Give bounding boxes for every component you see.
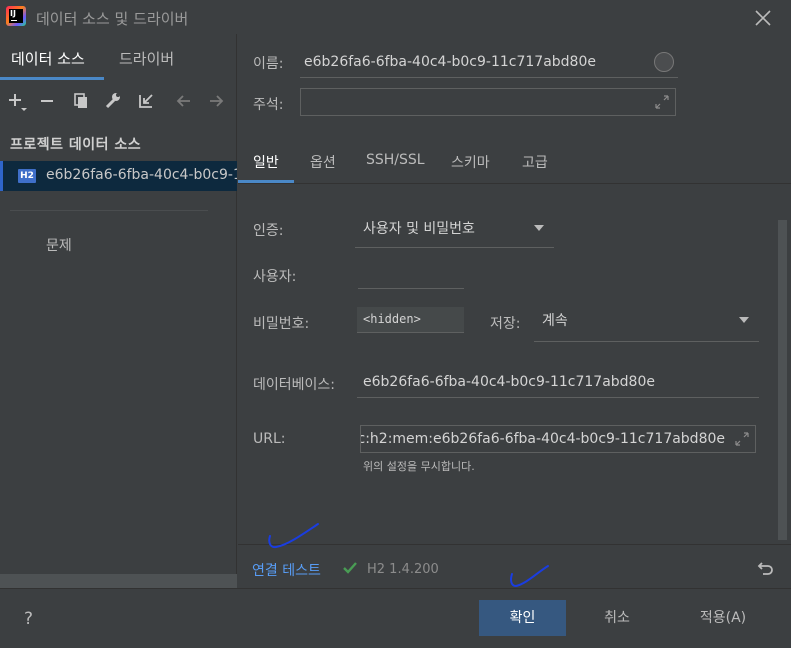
user-input[interactable] [358, 264, 464, 289]
url-label: URL: [253, 431, 286, 447]
tab-schemas[interactable]: 스키마 [451, 152, 490, 172]
left-horizontal-scrollbar[interactable] [0, 574, 237, 588]
chevron-down-icon [534, 225, 544, 231]
datasource-name: e6b26fa6-6fba-40c4-b0c9-11c717abd80e [46, 167, 237, 183]
driver-version: H2 1.4.200 [367, 562, 439, 577]
left-panel: 데이터 소스 드라이버 프로젝트 데이터 소스 H2 e6b26fa6-6fba… [0, 34, 237, 588]
auth-dropdown[interactable]: 사용자 및 비밀번호 [355, 212, 554, 248]
left-tabs: 데이터 소스 드라이버 [0, 34, 237, 80]
database-input[interactable]: e6b26fa6-6fba-40c4-b0c9-11c717abd80e [357, 368, 759, 398]
selection-marker [0, 161, 3, 191]
general-tab-content: 인증: 사용자 및 비밀번호 사용자: 비밀번호: <hidden> 저장: 계… [238, 184, 791, 544]
wrench-icon[interactable] [103, 91, 123, 111]
database-value: e6b26fa6-6fba-40c4-b0c9-11c717abd80e [363, 374, 655, 390]
ok-button[interactable]: 확인 [479, 600, 566, 636]
vertical-scrollbar[interactable] [778, 220, 787, 540]
add-icon[interactable] [7, 91, 27, 111]
comment-input[interactable] [300, 88, 676, 116]
tab-data-sources[interactable]: 데이터 소스 [11, 48, 85, 69]
name-label: 이름: [253, 56, 284, 72]
datasource-item[interactable]: H2 e6b26fa6-6fba-40c4-b0c9-11c717abd80e [0, 161, 237, 191]
expand-icon[interactable] [655, 95, 669, 109]
save-value: 계속 [542, 313, 568, 329]
chevron-down-icon [739, 317, 749, 323]
back-arrow-icon[interactable] [174, 91, 194, 111]
left-divider [10, 210, 208, 211]
tab-drivers[interactable]: 드라이버 [119, 48, 174, 69]
problems-item[interactable]: 문제 [46, 235, 72, 255]
save-dropdown[interactable]: 계속 [534, 304, 759, 342]
apply-button[interactable]: 적용(A) [682, 600, 764, 636]
help-button[interactable]: ? [24, 609, 33, 629]
forward-arrow-icon[interactable] [206, 91, 226, 111]
auth-value: 사용자 및 비밀번호 [363, 221, 475, 237]
revert-icon[interactable] [757, 559, 775, 577]
user-label: 사용자: [253, 269, 297, 285]
password-value: <hidden> [363, 312, 421, 326]
name-value: e6b26fa6-6fba-40c4-b0c9-11c717abd80e [304, 54, 596, 70]
project-datasources-label: 프로젝트 데이터 소스 [10, 137, 142, 153]
navigate-icon[interactable] [137, 91, 157, 111]
save-label: 저장: [490, 316, 521, 332]
test-connection-link[interactable]: 연결 테스트 [252, 560, 321, 580]
database-label: 데이터베이스: [253, 377, 335, 393]
comment-label: 주석: [253, 97, 284, 113]
auth-label: 인증: [253, 223, 284, 239]
name-input[interactable]: e6b26fa6-6fba-40c4-b0c9-11c717abd80e [300, 50, 678, 78]
title-bar: IJ 데이터 소스 및 드라이버 [0, 0, 791, 34]
password-label: 비밀번호: [253, 316, 310, 332]
window-title: 데이터 소스 및 드라이버 [36, 10, 189, 28]
remove-icon[interactable] [38, 91, 58, 111]
h2-database-icon: H2 [18, 169, 36, 183]
tab-ssh-ssl[interactable]: SSH/SSL [366, 152, 425, 168]
url-input[interactable]: jdbc:h2:mem:e6b26fa6-6fba-40c4-b0c9-11c7… [360, 425, 756, 453]
url-value: jdbc:h2:mem:e6b26fa6-6fba-40c4-b0c9-11c7… [360, 431, 725, 447]
tab-advanced[interactable]: 고급 [522, 152, 548, 172]
copy-icon[interactable] [72, 91, 92, 111]
color-picker-circle[interactable] [654, 52, 674, 72]
dialog-footer: ? 확인 취소 적용(A) [0, 588, 791, 648]
left-toolbar [0, 84, 237, 118]
check-icon [342, 561, 358, 575]
status-strip: 연결 테스트 H2 1.4.200 [238, 544, 791, 588]
close-icon[interactable] [751, 6, 775, 30]
active-tab-indicator [0, 77, 104, 80]
expand-icon[interactable] [735, 432, 749, 446]
tab-options[interactable]: 옵션 [310, 152, 336, 172]
intellij-logo-icon: IJ [6, 6, 26, 26]
right-panel: 이름: e6b26fa6-6fba-40c4-b0c9-11c717abd80e… [238, 34, 791, 588]
url-hint: 위의 설정을 무시합니다. [363, 460, 475, 473]
tab-general[interactable]: 일반 [253, 152, 279, 172]
cancel-button[interactable]: 취소 [578, 600, 656, 636]
password-input[interactable]: <hidden> [357, 307, 464, 333]
